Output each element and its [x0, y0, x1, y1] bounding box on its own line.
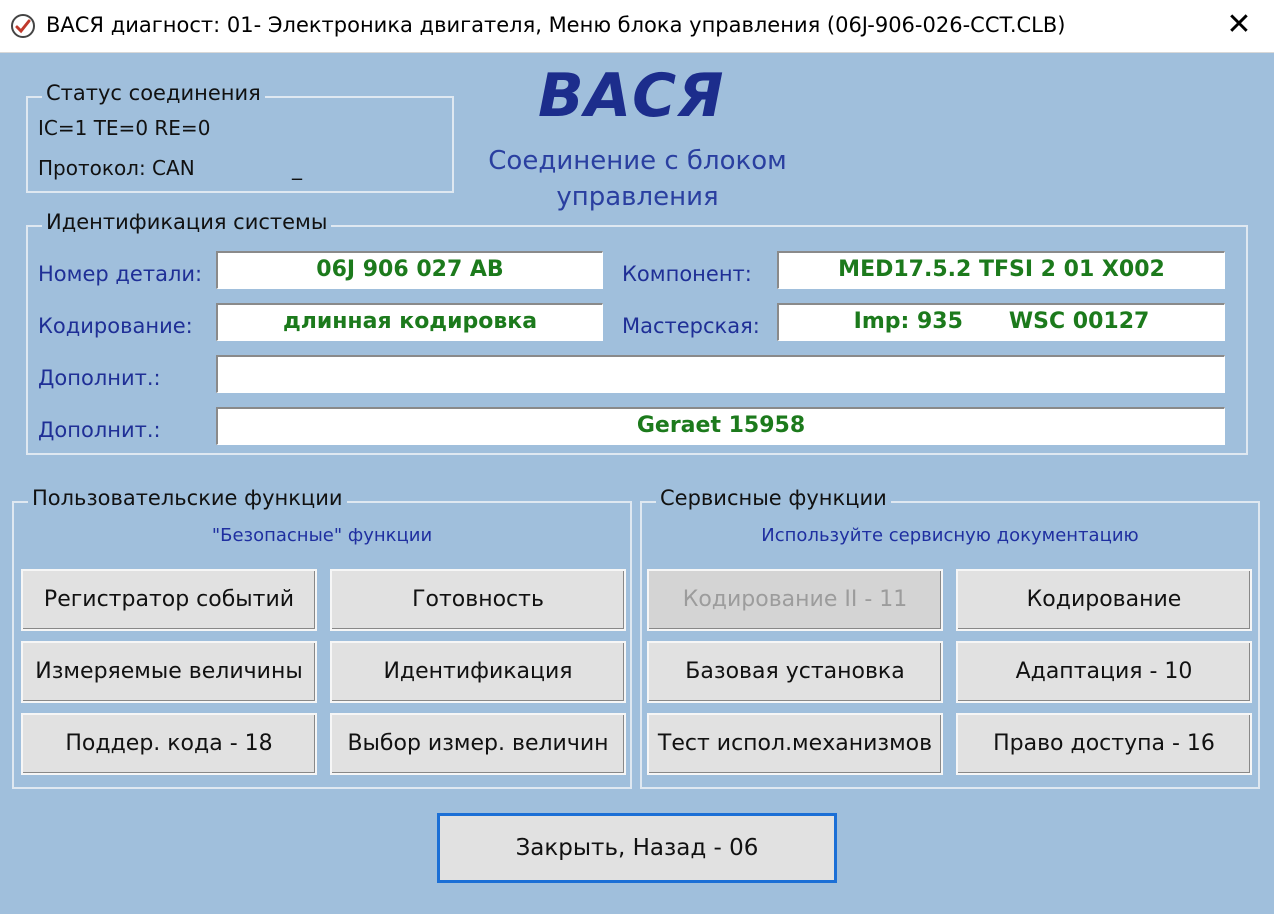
connection-status-group: Статус соединения IC=1 TE=0 RE=0 Протоко…: [26, 81, 454, 193]
coding-field: длинная кодировка: [216, 303, 603, 341]
main-panel: Статус соединения IC=1 TE=0 RE=0 Протоко…: [0, 53, 1274, 914]
workshop-field: Imp: 935 WSC 00127: [777, 303, 1225, 341]
extra2-field: Geraet 15958: [216, 407, 1225, 445]
system-identification-label: Идентификация системы: [42, 210, 332, 234]
window-title: ВАСЯ диагност: 01- Электроника двигателя…: [46, 13, 1066, 37]
system-identification-group: Идентификация системы Номер детали: 06J …: [26, 210, 1248, 455]
coding-label: Кодирование:: [38, 314, 193, 338]
close-back-button[interactable]: Закрыть, Назад - 06: [437, 813, 837, 883]
connection-subtitle: Соединение с блоком управления: [488, 146, 787, 212]
coding-ii-button: Кодирование II - 11: [647, 569, 943, 631]
connection-status-label: Статус соединения: [42, 81, 265, 105]
adaptation-button[interactable]: Адаптация - 10: [956, 641, 1252, 703]
service-functions-label: Сервисные функции: [656, 486, 891, 510]
component-label: Компонент:: [622, 262, 752, 286]
select-measurements-button[interactable]: Выбор измер. величин: [330, 713, 626, 775]
service-functions-hint: Используйте сервисную документацию: [761, 525, 1139, 546]
extra2-label: Дополнит.:: [38, 418, 161, 442]
service-functions-group: Сервисные функции Используйте сервисную …: [640, 486, 1260, 789]
fault-codes-button[interactable]: Регистратор событий: [21, 569, 317, 631]
status-counters: IC=1 TE=0 RE=0: [38, 116, 211, 140]
readiness-button[interactable]: Готовность: [330, 569, 626, 631]
supported-codes-button[interactable]: Поддер. кода - 18: [21, 713, 317, 775]
user-functions-hint: "Безопасные" функции: [211, 525, 433, 546]
part-number-field: 06J 906 027 AB: [216, 251, 603, 289]
protocol-text: Протокол: CAN: [38, 156, 195, 180]
user-functions-label: Пользовательские функции: [28, 486, 347, 510]
app-icon: [11, 14, 35, 38]
workshop-label: Мастерская:: [622, 314, 760, 338]
part-number-label: Номер детали:: [38, 262, 203, 286]
access-button[interactable]: Право доступа - 16: [956, 713, 1252, 775]
output-tests-button[interactable]: Тест испол.механизмов: [647, 713, 943, 775]
title-bar: ВАСЯ диагност: 01- Электроника двигателя…: [0, 0, 1274, 53]
measuring-blocks-button[interactable]: Измеряемые величины: [21, 641, 317, 703]
close-icon[interactable]: ✕: [1204, 0, 1274, 52]
identification-button[interactable]: Идентификация: [330, 641, 626, 703]
status-cursor: _: [292, 156, 302, 180]
coding-button[interactable]: Кодирование: [956, 569, 1252, 631]
extra1-label: Дополнит.:: [38, 366, 161, 390]
basic-settings-button[interactable]: Базовая установка: [647, 641, 943, 703]
component-field: MED17.5.2 TFSI 2 01 X002: [777, 251, 1225, 289]
extra1-field: [216, 355, 1225, 393]
app-logo: ВАСЯ: [538, 61, 725, 131]
user-functions-group: Пользовательские функции "Безопасные" фу…: [12, 486, 632, 789]
